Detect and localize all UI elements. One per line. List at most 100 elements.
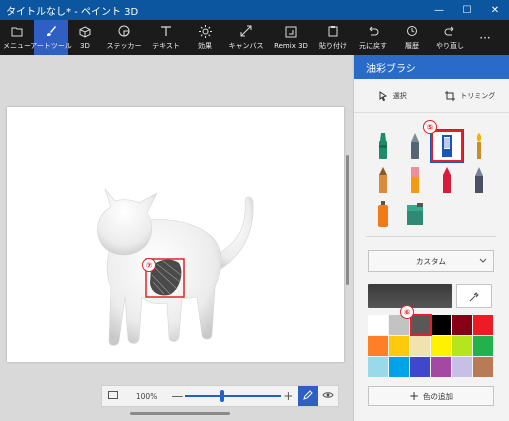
annotation-box-6: [410, 314, 432, 336]
horizontal-scrollbar[interactable]: [130, 412, 230, 415]
tool-label: 効果: [198, 42, 212, 50]
color-swatch[interactable]: [452, 315, 472, 335]
zoom-in-button[interactable]: +: [280, 389, 296, 403]
undo-icon: [366, 24, 380, 38]
color-swatch[interactable]: [431, 315, 451, 335]
tool-text[interactable]: テキスト: [146, 20, 186, 55]
tool-paste[interactable]: 貼り付け: [314, 20, 352, 55]
zoom-track: [185, 395, 282, 397]
pixel-pen-icon: [475, 167, 483, 193]
brush-panel: 油彩ブラシ 選択 トリミング ⑤ カスタム ⑥ + 色の追加: [353, 55, 509, 421]
eyedropper-icon: [469, 287, 479, 306]
tool-history[interactable]: 履歴: [394, 20, 430, 55]
tool-stickers[interactable]: ステッカー: [102, 20, 146, 55]
watercolor-brush[interactable]: [464, 131, 494, 161]
tool-label: 元に戻す: [359, 42, 387, 50]
texture-dropdown[interactable]: カスタム: [368, 250, 494, 272]
color-swatch[interactable]: [410, 336, 430, 356]
crayon-icon: [443, 167, 451, 193]
panel-actions: 選択 トリミング: [354, 79, 509, 113]
eraser-icon: [411, 167, 419, 193]
sun-icon: [198, 24, 212, 38]
select-button[interactable]: 選択: [354, 90, 432, 101]
fill-brush[interactable]: [400, 199, 430, 229]
tool-label: 履歴: [405, 42, 419, 50]
eraser-brush[interactable]: [400, 165, 430, 195]
tool-undo[interactable]: 元に戻す: [352, 20, 394, 55]
tool-redo[interactable]: やり直し: [430, 20, 470, 55]
color-swatch[interactable]: [368, 357, 388, 377]
chevron-down-icon: [479, 257, 487, 266]
history-icon: [405, 24, 419, 38]
tool-3d[interactable]: 3D: [68, 20, 102, 55]
watercolor-icon: [476, 133, 482, 159]
maximize-button[interactable]: ☐: [453, 0, 481, 20]
view-mode-button[interactable]: [318, 386, 338, 406]
tool-label: メニュー: [3, 42, 31, 50]
cat-3d-model[interactable]: [7, 107, 344, 362]
crop-label: トリミング: [460, 91, 496, 100]
color-swatch[interactable]: [473, 357, 493, 377]
color-swatch[interactable]: [368, 336, 388, 356]
dropdown-value: カスタム: [416, 256, 446, 266]
spray-can-icon: [378, 201, 388, 227]
pencil-icon: [379, 167, 387, 193]
zoom-percentage: 100%: [135, 391, 158, 401]
calligraphy-pen-brush[interactable]: [400, 131, 430, 161]
color-swatch[interactable]: [410, 357, 430, 377]
zoom-slider[interactable]: [185, 386, 282, 406]
fit-view-button[interactable]: [102, 386, 124, 406]
tool-label: キャンバス: [228, 42, 264, 50]
minimize-button[interactable]: —: [425, 0, 453, 20]
color-swatch[interactable]: [452, 357, 472, 377]
tool-remix3d[interactable]: Remix 3D: [268, 20, 314, 55]
zoom-thumb[interactable]: [220, 390, 225, 402]
tool-label: アートツール: [30, 42, 72, 50]
close-button[interactable]: ✕: [481, 0, 509, 20]
vertical-scrollbar[interactable]: [346, 155, 349, 285]
eyedropper-button[interactable]: [456, 284, 492, 308]
eye-icon: [322, 391, 334, 401]
tool-label: Remix 3D: [274, 42, 308, 50]
tool-label: やり直し: [436, 42, 464, 50]
canvas-icon: [239, 24, 253, 38]
color-swatch[interactable]: [452, 336, 472, 356]
stroke-preview: [368, 284, 452, 308]
color-swatch[interactable]: [473, 315, 493, 335]
color-swatch[interactable]: [389, 357, 409, 377]
select-label: 選択: [392, 91, 407, 100]
tool-art-tools[interactable]: アートツール: [30, 20, 72, 55]
title-bar: タイトルなし* - ペイント 3D — ☐ ✕: [0, 0, 509, 20]
main-toolbar: メニュー アートツール 3D ステッカー テキスト 効果 キャンバス Remix…: [0, 20, 509, 55]
marker-brush[interactable]: [368, 131, 398, 161]
paste-icon: [326, 24, 340, 38]
redo-icon: [443, 24, 457, 38]
crop-button[interactable]: トリミング: [432, 90, 509, 101]
color-swatch[interactable]: [431, 336, 451, 356]
add-color-button[interactable]: + 色の追加: [368, 386, 494, 406]
annotation-box-5: [431, 130, 463, 162]
tool-menu[interactable]: メニュー: [0, 20, 34, 55]
pixel-pen-brush[interactable]: [464, 165, 494, 195]
color-swatch[interactable]: [431, 357, 451, 377]
cube-icon: [78, 25, 92, 39]
tool-label: テキスト: [152, 42, 180, 50]
pen-nib-icon: [411, 133, 419, 159]
tool-label: 貼り付け: [319, 42, 347, 50]
color-swatch[interactable]: [368, 315, 388, 335]
spray-can-brush[interactable]: [368, 199, 398, 229]
crayon-brush[interactable]: [432, 165, 462, 195]
zoom-bar: 100% — +: [101, 385, 339, 407]
add-color-label: 色の追加: [423, 391, 454, 401]
annotation-badge-5: ⑤: [423, 120, 437, 134]
tool-canvas[interactable]: キャンバス: [224, 20, 268, 55]
pencil-brush[interactable]: [368, 165, 398, 195]
pen-mode-button[interactable]: [298, 386, 319, 406]
color-swatch[interactable]: [473, 336, 493, 356]
zoom-out-button[interactable]: —: [169, 389, 185, 403]
more-button[interactable]: ···: [470, 20, 500, 55]
drawing-canvas[interactable]: ⑦: [7, 107, 344, 362]
color-swatch[interactable]: [389, 336, 409, 356]
tool-effects[interactable]: 効果: [186, 20, 224, 55]
sticker-icon: [117, 24, 131, 38]
